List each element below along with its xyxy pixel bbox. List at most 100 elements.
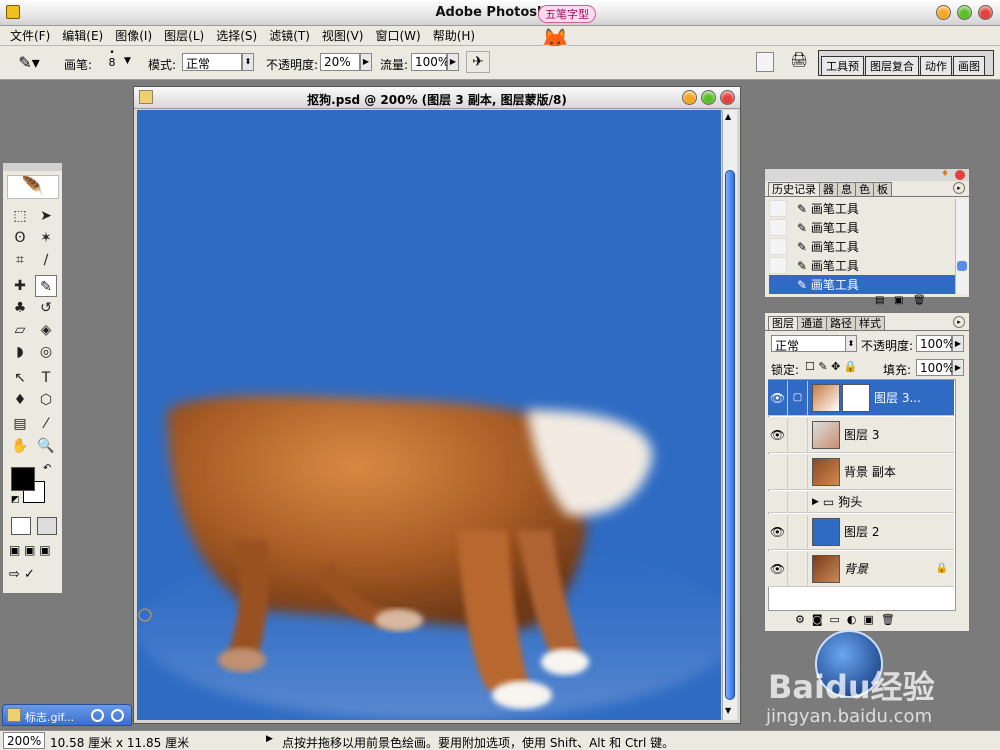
tab-paths[interactable]: 路径 <box>826 316 856 330</box>
airbrush-icon[interactable]: ✈ <box>466 51 490 73</box>
flow-field[interactable]: 100% <box>411 53 449 71</box>
layers-menu-icon[interactable]: ▸ <box>953 316 965 328</box>
tab-layers[interactable]: 图层 <box>768 316 798 330</box>
vertical-scrollbar[interactable]: ▲ ▼ <box>722 110 737 720</box>
mode-select-arrow-icon[interactable]: ⬍ <box>242 53 254 71</box>
document-title-bar[interactable]: 抠狗.psd @ 200% (图层 3 副本, 图层蒙版/8) <box>134 87 740 109</box>
blur-tool-icon[interactable]: ◗ <box>9 341 31 363</box>
layer-group-row[interactable]: ▶ ▭ 狗头 <box>768 491 954 513</box>
layer-opacity-field[interactable]: 100% <box>916 335 954 352</box>
file-browser-icon[interactable] <box>756 52 774 72</box>
magic-wand-icon[interactable]: ✶ <box>35 227 57 249</box>
history-item[interactable]: ✎ 画笔工具 <box>769 237 955 256</box>
zoom-tool-icon[interactable]: 🔍 <box>35 435 57 457</box>
tab-color[interactable]: 色 <box>855 182 874 196</box>
crop-tool-icon[interactable]: ⌗ <box>9 249 31 271</box>
doc-close-button[interactable] <box>720 90 735 105</box>
fill-field[interactable]: 100% <box>916 359 954 376</box>
layer-row[interactable]: 👁 背景 🔒 <box>768 551 954 587</box>
menu-view[interactable]: 视图(V) <box>316 27 370 44</box>
dodge-tool-icon[interactable]: ◎ <box>35 341 57 363</box>
paint-bucket-icon[interactable]: ◈ <box>35 319 57 341</box>
menu-filter[interactable]: 滤镜(T) <box>263 27 316 44</box>
brush-tool-preset-icon[interactable]: ✎▾ <box>14 53 44 73</box>
history-brush-icon[interactable]: ↺ <box>35 297 57 319</box>
zoom-field[interactable]: 200% <box>3 732 45 749</box>
flow-slider-icon[interactable]: ▶ <box>447 53 459 71</box>
slice-tool-icon[interactable]: ∕ <box>35 249 57 271</box>
screen-mode-icons[interactable]: ▣ ▣ ▣ <box>9 543 59 559</box>
feather-logo-icon[interactable]: 🪶 <box>7 175 59 199</box>
group-expand-icon[interactable]: ▶ <box>812 497 819 507</box>
tab-navigator[interactable]: 器 <box>819 182 838 196</box>
panel-menu-icon[interactable]: ▸ <box>953 182 965 194</box>
visibility-eye-icon[interactable]: 👁 <box>768 380 788 415</box>
minimize-button[interactable] <box>936 5 951 20</box>
layer-mask-thumbnail[interactable] <box>842 383 870 412</box>
menu-help[interactable]: 帮助(H) <box>427 27 481 44</box>
scroll-thumb[interactable] <box>725 170 735 700</box>
lock-icons[interactable]: ☐ ✎ ✥ 🔒 <box>805 360 857 373</box>
close-button[interactable] <box>978 5 993 20</box>
standard-mode-icon[interactable] <box>11 517 31 535</box>
scroll-down-icon[interactable]: ▼ <box>725 706 731 715</box>
blend-mode-select[interactable]: 正常 <box>771 335 847 353</box>
tab-channels[interactable]: 通道 <box>797 316 827 330</box>
history-item-selected[interactable]: ✎ 画笔工具 <box>769 275 955 294</box>
layer-link-icon[interactable] <box>788 514 808 549</box>
pen-tool-icon[interactable]: ♦ <box>9 389 31 411</box>
history-panel-header[interactable]: ♦ <box>765 169 969 181</box>
layer-row[interactable]: 背景 副本 <box>768 454 954 490</box>
layer-row[interactable]: 👁 图层 2 <box>768 514 954 550</box>
swap-colors-icon[interactable]: ↶ <box>43 463 51 474</box>
tab-swatches[interactable]: 板 <box>873 182 892 196</box>
panel-collapse-icon[interactable]: ♦ <box>941 169 949 179</box>
layer-link-icon[interactable] <box>788 551 808 586</box>
foreground-color-swatch[interactable] <box>11 467 35 491</box>
tab-styles[interactable]: 样式 <box>855 316 885 330</box>
maximize-button[interactable] <box>957 5 972 20</box>
eraser-icon[interactable]: ▱ <box>9 319 31 341</box>
status-menu-arrow-icon[interactable]: ▶ <box>266 734 273 744</box>
well-tab-paint[interactable]: 画图 <box>953 56 985 75</box>
doc-size[interactable]: 10.58 厘米 x 11.85 厘米 <box>50 734 189 750</box>
doc-maximize-button[interactable] <box>701 90 716 105</box>
layer-opacity-slider-icon[interactable]: ▶ <box>952 335 964 352</box>
history-scrollbar[interactable] <box>955 199 968 294</box>
brush-tool-icon[interactable]: ✎ <box>35 275 57 297</box>
scroll-up-icon[interactable]: ▲ <box>725 112 731 121</box>
well-tab-tool-presets[interactable]: 工具预 <box>821 56 864 75</box>
blend-mode-arrow-icon[interactable]: ⬍ <box>845 335 857 352</box>
history-item[interactable]: ✎ 画笔工具 <box>769 218 955 237</box>
menu-edit[interactable]: 编辑(E) <box>56 27 109 44</box>
tab-info[interactable]: 息 <box>837 182 856 196</box>
quick-mask-icon[interactable] <box>37 517 57 535</box>
minimized-document[interactable]: 标志.gif... <box>2 704 132 726</box>
history-footer-icons[interactable]: ▤ ▣ 🗑 <box>875 295 926 306</box>
history-scroll-thumb[interactable] <box>957 261 967 271</box>
lasso-tool-icon[interactable]: ʘ <box>9 227 31 249</box>
layers-footer-icons[interactable]: ⚙ ◙ ▭ ◐ ▣ 🗑 <box>795 613 965 626</box>
type-tool-icon[interactable]: T <box>35 367 57 389</box>
layer-link-icon[interactable] <box>788 417 808 452</box>
visibility-eye-icon[interactable]: 👁 <box>768 551 788 586</box>
layer-row[interactable]: 👁 ▢ 图层 3... <box>768 380 954 416</box>
brush-dropdown-icon[interactable]: ▼ <box>124 56 131 66</box>
visibility-eye-icon[interactable]: 👁 <box>768 514 788 549</box>
hand-tool-icon[interactable]: ✋ <box>9 435 31 457</box>
opacity-field[interactable]: 20% <box>320 53 360 71</box>
tab-history[interactable]: 历史记录 <box>768 182 820 196</box>
shape-tool-icon[interactable]: ⬡ <box>35 389 57 411</box>
eyedropper-icon[interactable]: ⁄ <box>35 413 57 435</box>
doc-minimize-button[interactable] <box>682 90 697 105</box>
visibility-eye-icon[interactable]: 👁 <box>768 417 788 452</box>
menu-image[interactable]: 图像(I) <box>109 27 158 44</box>
jump-to-imageready-icon[interactable]: ⇨ ✓ <box>9 567 59 585</box>
fill-slider-icon[interactable]: ▶ <box>952 359 964 376</box>
well-tab-actions[interactable]: 动作 <box>920 56 952 75</box>
toggle-palettes-icon[interactable]: 🖨 <box>788 52 810 72</box>
restore-icon[interactable] <box>91 709 104 722</box>
opacity-slider-icon[interactable]: ▶ <box>360 53 372 71</box>
image-canvas[interactable] <box>137 110 721 720</box>
healing-brush-icon[interactable]: ✚ <box>9 275 31 297</box>
